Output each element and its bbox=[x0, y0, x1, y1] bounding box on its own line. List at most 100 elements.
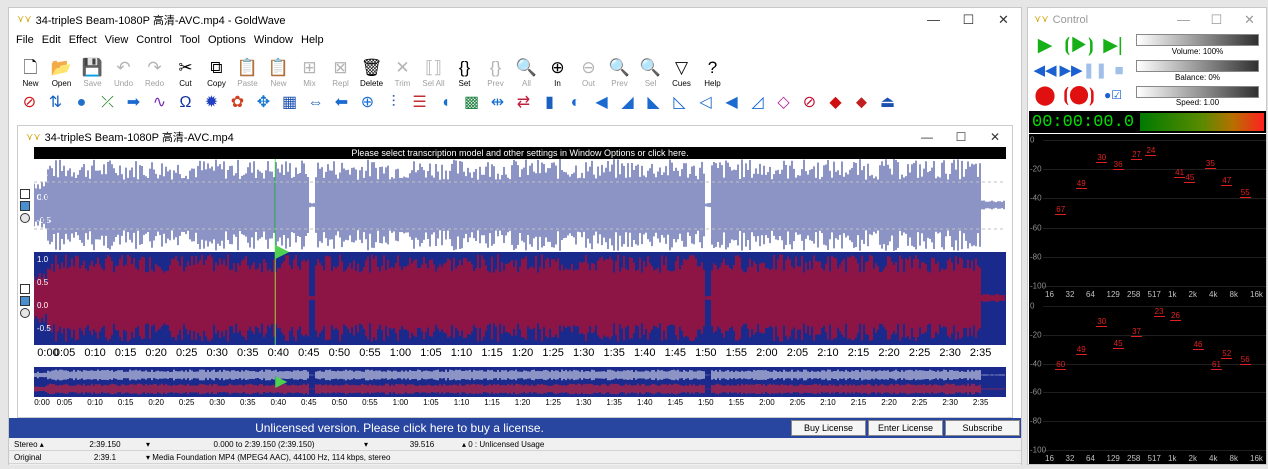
filter-icon[interactable]: ◖ bbox=[435, 93, 456, 114]
open-folder-button[interactable]: 📂 Open bbox=[46, 56, 77, 90]
play-to-end-icon[interactable]: ▶| bbox=[1100, 33, 1126, 57]
control-minimize-button[interactable]: — bbox=[1167, 12, 1200, 28]
curve-icon[interactable]: ⤫ bbox=[97, 93, 118, 114]
menu-help[interactable]: Help bbox=[297, 34, 328, 46]
mute-icon[interactable]: ◁ bbox=[695, 93, 716, 114]
pulse-icon[interactable]: Ω bbox=[175, 93, 196, 114]
stop-effect-icon[interactable]: ⊘ bbox=[19, 93, 40, 114]
zoom-previous-button[interactable]: 🔍 Prev bbox=[604, 56, 635, 90]
levels-icon[interactable]: ☰ bbox=[409, 93, 430, 114]
transcription-notice[interactable]: Please select transcription model and ot… bbox=[34, 147, 1006, 159]
enter-license-button[interactable]: Enter License bbox=[868, 420, 943, 436]
zoom-out-button[interactable]: ⊖ Out bbox=[573, 56, 604, 90]
graph-icon[interactable]: ▦ bbox=[279, 93, 300, 114]
waveform-display[interactable]: 0.5 0.0 -0.5 1.0 0.5 0.0 -0.5 bbox=[34, 159, 1006, 345]
arrows-icon[interactable]: ⇅ bbox=[45, 93, 66, 114]
boost-icon[interactable]: ◀ bbox=[721, 93, 742, 114]
delete-trash-button[interactable]: 🗑 Delete bbox=[356, 56, 387, 90]
wide-diamond-icon[interactable]: ⬥ bbox=[851, 93, 872, 114]
menu-edit[interactable]: Edit bbox=[38, 34, 65, 46]
scissors-button[interactable]: ✂ Cut bbox=[170, 56, 201, 90]
menu-options[interactable]: Options bbox=[204, 34, 250, 46]
stop-icon[interactable]: ■ bbox=[1108, 60, 1130, 80]
zoom-all-button[interactable]: 🔍 All bbox=[511, 56, 542, 90]
expand-icon[interactable]: ✥ bbox=[253, 93, 274, 114]
speed-slider[interactable] bbox=[1136, 86, 1259, 98]
volume-slider[interactable] bbox=[1136, 34, 1259, 46]
sphere-icon[interactable]: ● bbox=[71, 93, 92, 114]
dampen-icon[interactable]: ◿ bbox=[747, 93, 768, 114]
maximize-button[interactable]: ☐ bbox=[951, 12, 986, 28]
redo-button[interactable]: ↷ Redo bbox=[139, 56, 170, 90]
menu-tool[interactable]: Tool bbox=[176, 34, 204, 46]
subscribe-button[interactable]: Subscribe bbox=[945, 420, 1020, 436]
top-channel-enable-toggle[interactable] bbox=[20, 189, 30, 199]
record-icon[interactable]: ⬤ bbox=[1032, 83, 1058, 107]
length-dropdown[interactable]: ▾ bbox=[141, 440, 169, 449]
balance-slider[interactable] bbox=[1136, 60, 1259, 72]
menu-effect[interactable]: Effect bbox=[65, 34, 101, 46]
bubble-icon[interactable]: ◇ bbox=[773, 93, 794, 114]
zoom-selection-button[interactable]: 🔍 Sel bbox=[635, 56, 666, 90]
fade-shape-icon[interactable]: ◺ bbox=[669, 93, 690, 114]
undo-button[interactable]: ↶ Undo bbox=[108, 56, 139, 90]
new-file-button[interactable]: 🗋 New bbox=[15, 56, 46, 90]
fade-out-icon[interactable]: ◣ bbox=[643, 93, 664, 114]
select-all-button[interactable]: ⟦⟧ Sel All bbox=[418, 56, 449, 90]
fade-in-icon[interactable]: ◢ bbox=[617, 93, 638, 114]
menu-view[interactable]: View bbox=[101, 34, 133, 46]
doc-maximize-button[interactable]: ☐ bbox=[944, 130, 978, 144]
control-maximize-button[interactable]: ☐ bbox=[1200, 12, 1233, 28]
unlicensed-message[interactable]: Unlicensed version. Please click here to… bbox=[9, 418, 790, 438]
top-channel-radio[interactable] bbox=[20, 213, 30, 223]
menu-window[interactable]: Window bbox=[250, 34, 297, 46]
usage-status[interactable]: ▴ 0 : Unlicensed Usage bbox=[457, 440, 549, 449]
pan-icon[interactable]: ⇔ bbox=[305, 93, 326, 114]
doc-close-button[interactable]: ✕ bbox=[978, 130, 1012, 144]
help-button[interactable]: ? Help bbox=[697, 56, 728, 90]
paste-new-button[interactable]: 📋 New bbox=[263, 56, 294, 90]
minimize-button[interactable]: — bbox=[916, 12, 951, 28]
record-settings-icon[interactable]: ●☑ bbox=[1100, 83, 1126, 107]
gear-icon[interactable]: ✹ bbox=[201, 93, 222, 114]
close-button[interactable]: ✕ bbox=[986, 12, 1021, 28]
fast-forward-icon[interactable]: ▶▶ bbox=[1058, 60, 1084, 80]
top-channel-checkbox[interactable] bbox=[20, 201, 30, 211]
pause-icon[interactable]: ❚❚ bbox=[1082, 60, 1107, 80]
replace-button[interactable]: ⊠ Repl bbox=[325, 56, 356, 90]
volume-icon[interactable]: ◐ bbox=[565, 93, 586, 114]
control-close-button[interactable]: ✕ bbox=[1233, 12, 1266, 28]
zoom-in-button[interactable]: ⊕ In bbox=[542, 56, 573, 90]
spectrum-icon[interactable]: ▩ bbox=[461, 93, 482, 114]
set-selection-button[interactable]: {} Set bbox=[449, 56, 480, 90]
record-selection-icon[interactable]: ⦗⬤⦘ bbox=[1063, 83, 1095, 107]
back-arrow-icon[interactable]: ⬅ bbox=[331, 93, 352, 114]
selection-dropdown[interactable]: ▾ bbox=[359, 440, 387, 449]
wave-icon[interactable]: ∿ bbox=[149, 93, 170, 114]
mix-button[interactable]: ⊞ Mix bbox=[294, 56, 325, 90]
arrow-right-icon[interactable]: ➡ bbox=[123, 93, 144, 114]
menu-file[interactable]: File bbox=[12, 34, 38, 46]
no-sign-icon[interactable]: ⊘ bbox=[799, 93, 820, 114]
merge-icon[interactable]: ⊕ bbox=[357, 93, 378, 114]
diamond-icon[interactable]: ◆ bbox=[825, 93, 846, 114]
colors-icon[interactable]: ✿ bbox=[227, 93, 248, 114]
play-selection-icon[interactable]: ⦗▶⦘ bbox=[1064, 33, 1094, 57]
paste-button[interactable]: 📋 Paste bbox=[232, 56, 263, 90]
save-button[interactable]: 💾 Save bbox=[77, 56, 108, 90]
buy-license-button[interactable]: Buy License bbox=[791, 420, 866, 436]
play-icon[interactable]: ▶ bbox=[1032, 33, 1058, 57]
flip-icon[interactable]: ⇄ bbox=[513, 93, 534, 114]
bottom-channel-checkbox[interactable] bbox=[20, 296, 30, 306]
overview-waveform[interactable] bbox=[34, 367, 1006, 397]
bottom-channel-radio[interactable] bbox=[20, 308, 30, 318]
equalizer-icon[interactable]: ⫶ bbox=[383, 93, 404, 114]
bottom-channel-enable-toggle[interactable] bbox=[20, 284, 30, 294]
doc-minimize-button[interactable]: — bbox=[910, 130, 944, 144]
copy-button[interactable]: ⧉ Copy bbox=[201, 56, 232, 90]
volume-add-icon[interactable]: ◀ bbox=[591, 93, 612, 114]
previous-selection-button[interactable]: {} Prev bbox=[480, 56, 511, 90]
split-icon[interactable]: ⇹ bbox=[487, 93, 508, 114]
bars-icon[interactable]: ▮ bbox=[539, 93, 560, 114]
trim-button[interactable]: ✕ Trim bbox=[387, 56, 418, 90]
